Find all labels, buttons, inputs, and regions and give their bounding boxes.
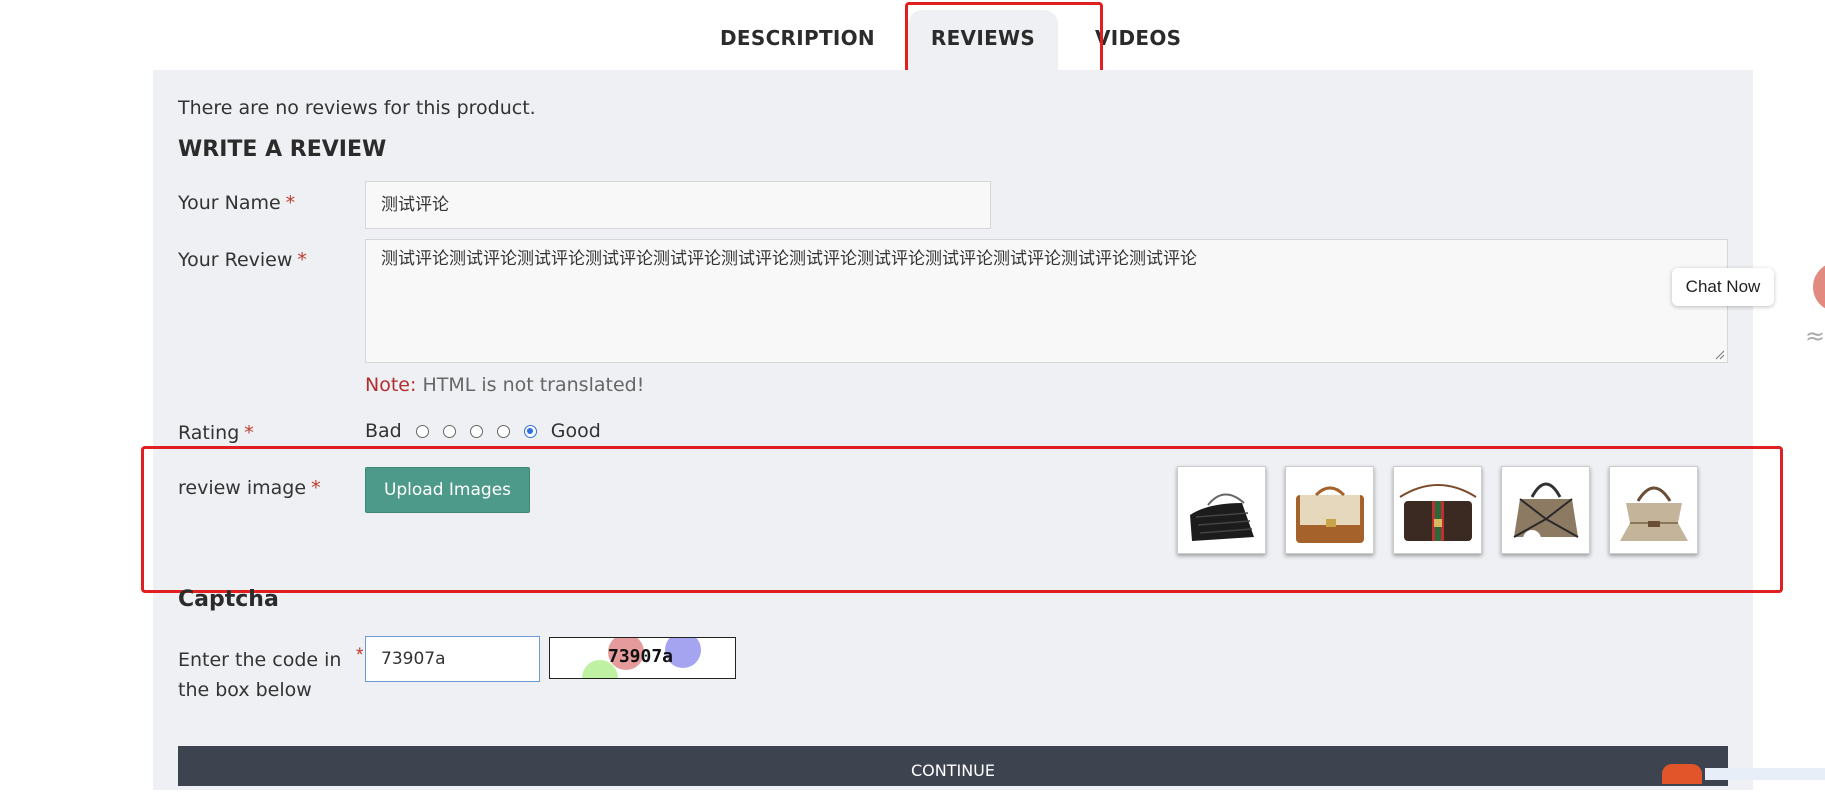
note-text: HTML is not translated! bbox=[422, 374, 645, 396]
captcha-input[interactable]: 73907a bbox=[365, 636, 540, 682]
rating-radio-4[interactable] bbox=[496, 424, 510, 438]
rating-group: Bad Good bbox=[365, 420, 601, 442]
rating-label: Rating * bbox=[178, 422, 254, 444]
rating-radio-3[interactable] bbox=[469, 424, 483, 438]
rating-radio-1[interactable] bbox=[415, 424, 429, 438]
html-note: Note: HTML is not translated! bbox=[365, 374, 644, 396]
tab-description[interactable]: DESCRIPTION bbox=[720, 10, 875, 70]
review-text: 测试评论测试评论测试评论测试评论测试评论测试评论测试评论测试评论测试评论测试评论… bbox=[381, 249, 1197, 269]
resize-handle-icon[interactable] bbox=[1715, 350, 1725, 360]
name-input[interactable]: 测试评论 bbox=[365, 181, 991, 229]
review-label: Your Review * bbox=[178, 249, 307, 271]
chat-now-bubble[interactable]: Chat Now bbox=[1672, 268, 1774, 306]
rating-radio-5[interactable] bbox=[523, 424, 537, 438]
annotation-box-review-image bbox=[141, 446, 1783, 593]
rating-radio-2[interactable] bbox=[442, 424, 456, 438]
no-reviews-message: There are no reviews for this product. bbox=[178, 97, 536, 119]
rating-bad-label: Bad bbox=[365, 420, 402, 442]
captcha-image: 73907a bbox=[549, 637, 736, 679]
review-label-text: Your Review bbox=[178, 249, 293, 271]
captcha-code-label: Enter the code in the box below bbox=[178, 649, 342, 701]
rating-good-label: Good bbox=[550, 420, 601, 442]
name-label: Your Name * bbox=[178, 192, 295, 214]
review-textarea[interactable]: 测试评论测试评论测试评论测试评论测试评论测试评论测试评论测试评论测试评论测试评论… bbox=[365, 239, 1728, 363]
required-mark: * bbox=[356, 645, 364, 666]
required-mark: * bbox=[244, 422, 254, 444]
write-review-heading: WRITE A REVIEW bbox=[178, 137, 387, 162]
tab-videos[interactable]: VIDEOS bbox=[1095, 10, 1181, 70]
chat-avatar-icon[interactable] bbox=[1813, 262, 1825, 312]
captcha-heading: Captcha bbox=[178, 587, 279, 612]
name-label-text: Your Name bbox=[178, 192, 281, 214]
continue-button[interactable]: CONTINUE bbox=[178, 746, 1728, 786]
tray-icons bbox=[1705, 768, 1825, 780]
rating-label-text: Rating bbox=[178, 422, 240, 444]
captcha-image-text: 73907a bbox=[608, 646, 674, 667]
tray-badge-icon[interactable] bbox=[1662, 764, 1702, 784]
note-label: Note: bbox=[365, 374, 417, 396]
required-mark: * bbox=[297, 249, 307, 271]
required-mark: * bbox=[285, 192, 296, 214]
chat-partial-icon: ≈ bbox=[1805, 322, 1825, 350]
